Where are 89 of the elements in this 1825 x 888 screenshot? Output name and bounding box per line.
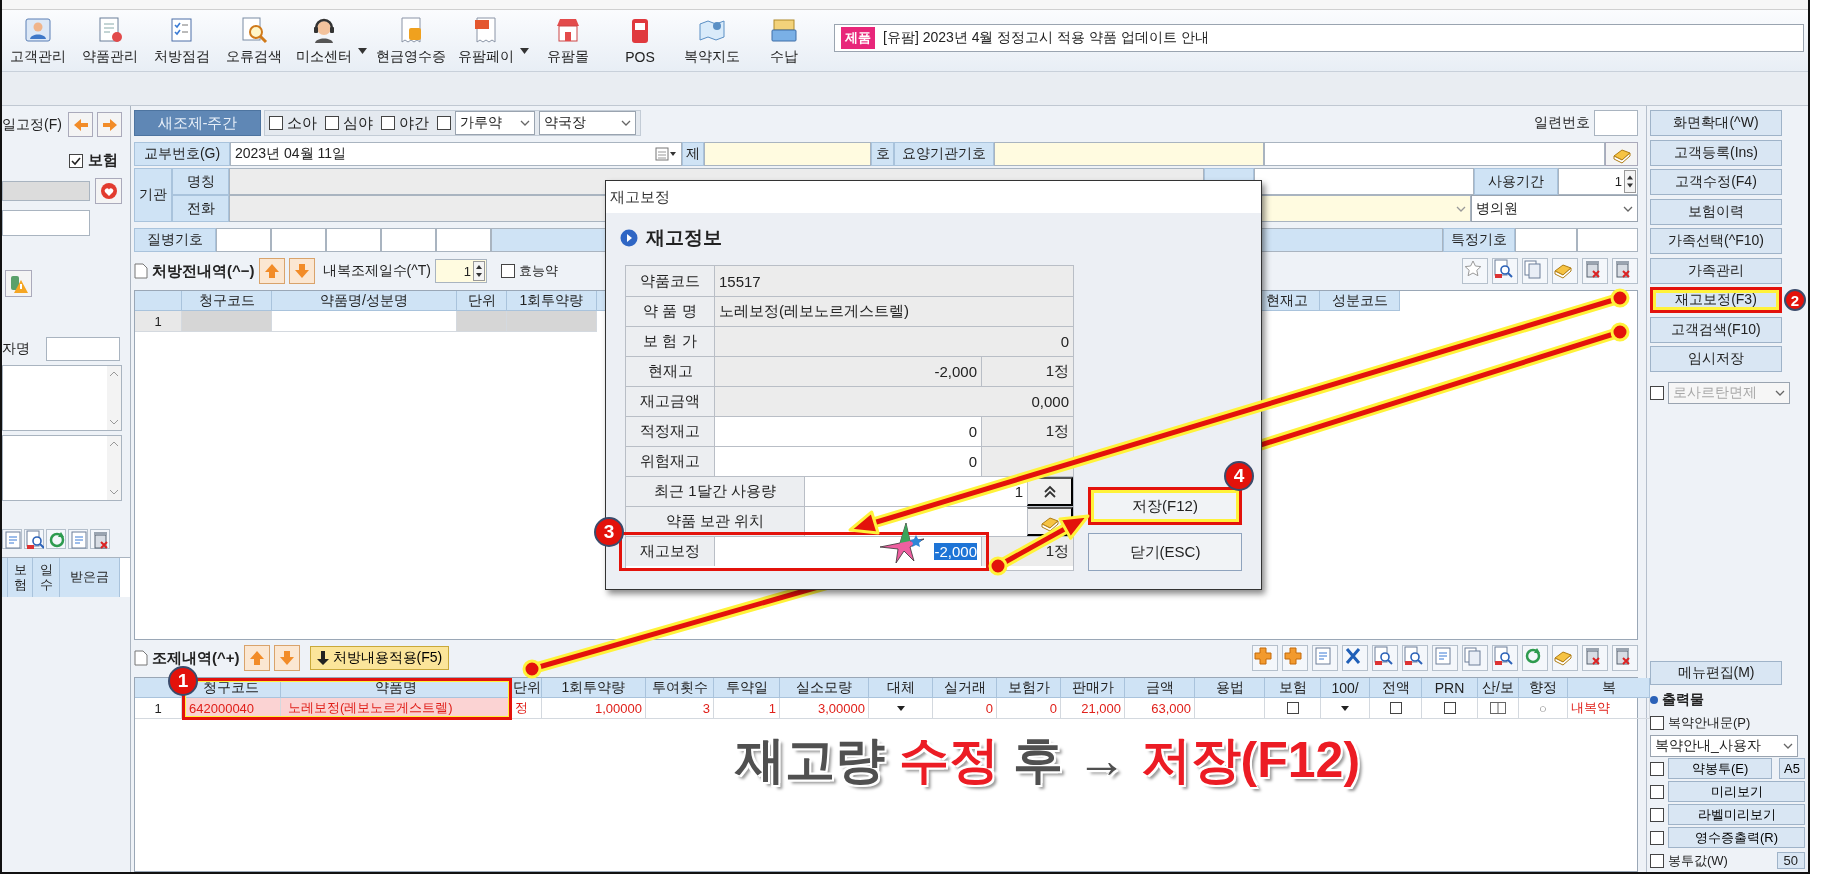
table-cell: 3 xyxy=(646,698,714,719)
column-header: 판매가 xyxy=(1061,678,1125,698)
checkbox-label: 복약안내문(P) xyxy=(1668,713,1751,732)
annotation-caption: 재고량 수정 후 → 저장(F12) xyxy=(735,731,1362,790)
column-header: 실소모량 xyxy=(780,678,869,698)
dialog-title: 재고보정 xyxy=(606,181,1261,213)
field-label: 전화 xyxy=(172,195,229,222)
field-value: 0 xyxy=(715,327,1073,356)
step-number-badge: 2 xyxy=(1784,289,1806,311)
field-label: 교부번호(G) xyxy=(134,142,230,166)
notice-text: [유팜] 2023년 4월 정정고시 적용 약품 업데이트 안내 xyxy=(883,29,1209,47)
column-header: 산/보 xyxy=(1478,678,1519,698)
field-label: 약 품 명 xyxy=(626,297,715,326)
step-number-badge: 1 xyxy=(168,666,198,696)
column-header: 1회투약량 xyxy=(507,291,597,311)
section-title: 처방전내역(^−) xyxy=(152,261,255,281)
column-header: 100/ xyxy=(1321,678,1370,698)
section-title: 출력물 xyxy=(1662,690,1704,709)
table-cell: ○ xyxy=(1519,698,1568,719)
field-label: 재고금액 xyxy=(626,387,715,416)
field-label: 사용기간 xyxy=(1474,168,1558,195)
field-label: 질병기호 xyxy=(134,228,216,252)
step-number-badge: 4 xyxy=(1224,461,1254,491)
field-label: 위험재고 xyxy=(626,447,715,476)
column-header: 1회투약량 xyxy=(542,678,646,698)
column-header: 보험가 xyxy=(997,678,1061,698)
checkbox-label: 소아 xyxy=(287,113,317,133)
field-value: 노레보정(레보노르게스트렐) xyxy=(715,297,1073,326)
column-header: 성분코드 xyxy=(1320,291,1400,311)
column-header: 보험 xyxy=(1265,678,1321,698)
table-cell: 0 xyxy=(997,698,1061,719)
selected-text: -2,000 xyxy=(934,543,977,560)
checkbox-label: 보험 xyxy=(88,151,118,170)
field-label: 요양기관기호 xyxy=(894,142,994,166)
column-header: 투약일 xyxy=(714,678,780,698)
field-label: 제 xyxy=(682,142,704,166)
field-label: 약품코드 xyxy=(626,266,715,296)
checkbox-label: 야간 xyxy=(399,113,429,133)
row-number: 1 xyxy=(135,311,182,332)
column-header: 대체 xyxy=(869,678,933,698)
table-cell: 63,000 xyxy=(1125,698,1195,719)
row-number: 1 xyxy=(135,698,182,719)
field-label: 특정기호 xyxy=(1443,228,1515,252)
table-cell: 1,00000 xyxy=(542,698,646,719)
column-header: 단위 xyxy=(457,291,507,311)
column-header: 단위 xyxy=(512,678,542,698)
field-value: 15517 xyxy=(715,266,1073,296)
column-header: 복 xyxy=(1568,678,1650,698)
column-header: 약품명/성분명 xyxy=(272,291,457,311)
field-label: 기관 xyxy=(134,168,172,222)
checkbox-label: 심야 xyxy=(343,113,373,133)
column-header: 보험 xyxy=(8,558,33,597)
field-label: 명칭 xyxy=(172,168,229,195)
field-label: 내복조제일수(^T) xyxy=(322,262,431,280)
unit-label: 1정 xyxy=(981,417,1073,446)
column-header: 전액 xyxy=(1370,678,1422,698)
column-header: 용법 xyxy=(1195,678,1265,698)
field-label: 재고보정 xyxy=(626,537,715,566)
column-header: 받은금 xyxy=(60,558,120,597)
table-cell: 0 xyxy=(933,698,997,719)
field-value: 0,000 xyxy=(715,387,1073,416)
field-label: 현재고 xyxy=(626,357,715,386)
field-label: 자명 xyxy=(2,340,31,358)
column-header: 일수 xyxy=(33,558,60,597)
value-box: 50 xyxy=(1776,852,1805,869)
column-header: PRN xyxy=(1422,678,1478,698)
column-header: 향정 xyxy=(1519,678,1568,698)
shortcut-label: 일고정(F) xyxy=(2,115,63,134)
checkbox-label: 효능약 xyxy=(518,262,558,280)
table-cell: 정 xyxy=(512,698,542,719)
field-label: 일련번호 xyxy=(1534,114,1590,132)
section-title: 재고정보 xyxy=(646,226,722,250)
field-label: 적정재고 xyxy=(626,417,715,446)
category-badge: 제품 xyxy=(841,27,875,49)
table-cell: 1 xyxy=(714,698,780,719)
field-value: -2,000 xyxy=(715,357,981,386)
field-label: 약품 보관 위치 xyxy=(626,507,805,536)
field-label: 최근 1달간 사용량 xyxy=(626,477,805,506)
section-title: 조제내역(^+) xyxy=(152,648,240,668)
table-cell: 3,00000 xyxy=(780,698,869,719)
column-header: 투여횟수 xyxy=(646,678,714,698)
column-header: 금액 xyxy=(1125,678,1195,698)
checkbox-label: 봉투값(W) xyxy=(1668,851,1728,870)
field-label: 호 xyxy=(871,142,894,166)
table-cell: 21,000 xyxy=(1061,698,1125,719)
unit-label: 1정 xyxy=(981,357,1073,386)
column-header: 청구코드 xyxy=(182,291,272,311)
column-header: 실거래 xyxy=(933,678,997,698)
field-label: 보 험 가 xyxy=(626,327,715,356)
